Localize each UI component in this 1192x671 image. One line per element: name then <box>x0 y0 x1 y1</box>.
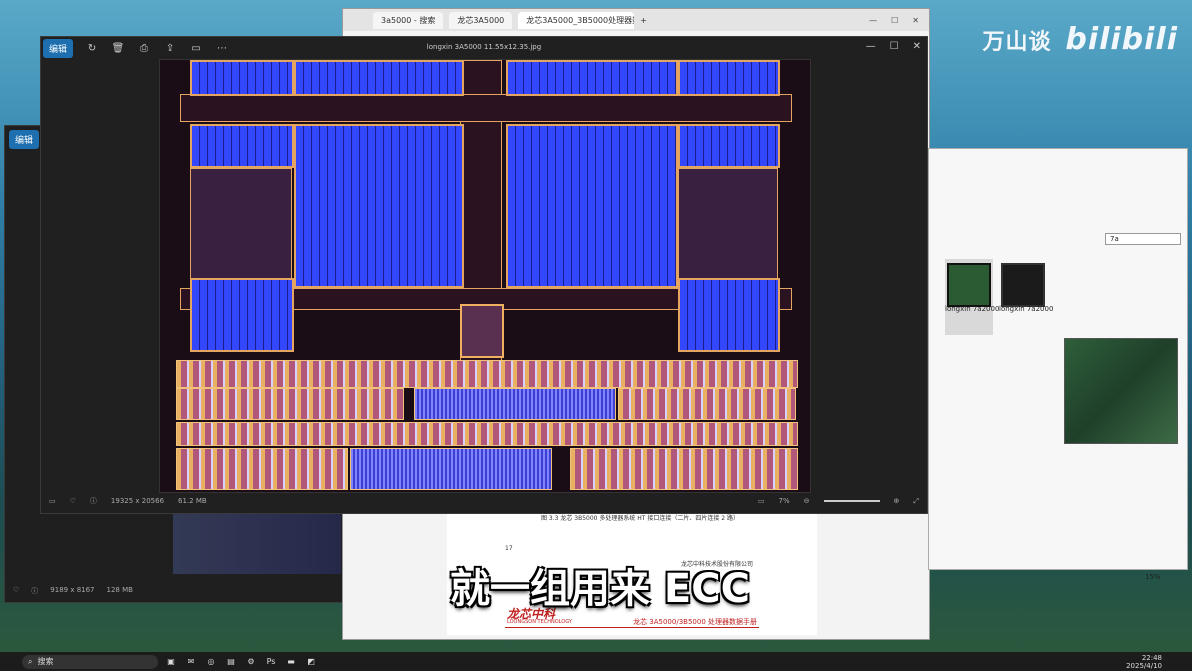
file-item-selected[interactable]: longxin 7a2000 <box>945 259 999 335</box>
tab-search[interactable]: 3a5000 - 搜索 <box>373 11 444 29</box>
new-tab-icon[interactable]: + <box>640 16 647 25</box>
taskbar: ⌕ 搜索 ▣ ✉ ◎ ▤ ⚙ Ps ▬ ◩ 22:48 2025/4/10 <box>0 652 1192 671</box>
cache-block <box>506 60 678 96</box>
core-block <box>190 124 294 168</box>
file-item[interactable]: longxin 7a2000 <box>999 259 1055 335</box>
image-dimensions: 19325 x 20566 <box>110 497 165 505</box>
cache-block <box>294 60 464 96</box>
image-file-size: 128 MB <box>106 586 133 594</box>
core-block <box>190 60 294 96</box>
minimize-icon[interactable]: — <box>866 41 876 52</box>
watermark: 万山谈 bilibili <box>982 22 1178 57</box>
page-number: 17 <box>505 545 513 552</box>
ddr-phy <box>350 448 552 490</box>
background-image-preview <box>173 514 341 574</box>
file-thumbnail <box>1001 263 1045 307</box>
photoshop-icon[interactable]: Ps <box>264 657 278 666</box>
watermark-bilibili: bilibili <box>1065 22 1178 57</box>
core-block <box>678 60 780 96</box>
zoom-out-icon[interactable]: ⊖ <box>804 497 810 505</box>
window-controls: — ☐ ✕ <box>866 41 921 52</box>
file-name: longxin 7a2000 <box>945 305 1000 313</box>
figure-caption: 图 3.3 龙芯 3B5000 多处理器系统 HT 接口连接（二片、四片连接 2… <box>541 515 739 522</box>
search-input[interactable]: 7a <box>1105 233 1181 245</box>
task-view-icon[interactable]: ▣ <box>164 657 178 666</box>
window-controls: — ☐ ✕ <box>869 16 929 25</box>
heart-icon[interactable]: ♡ <box>13 586 19 596</box>
settings-icon[interactable]: ⚙ <box>244 657 258 666</box>
explorer-icon[interactable]: ▬ <box>284 657 298 666</box>
window-title: longxin 3A5000 11.55x12.35.jpg <box>426 43 542 51</box>
fullscreen-icon[interactable]: ⤢ <box>913 497 919 506</box>
core-block <box>190 278 294 352</box>
core-logic <box>678 168 778 280</box>
chip-die-image[interactable] <box>159 59 811 493</box>
zoom-slider[interactable] <box>823 500 880 502</box>
io-row <box>570 448 798 490</box>
io-row <box>618 388 796 420</box>
tab-loongson[interactable]: 龙芯3A5000 <box>449 11 513 29</box>
center-controller <box>460 304 504 358</box>
maximize-icon[interactable]: ☐ <box>890 41 899 52</box>
core-block <box>678 124 780 168</box>
info-icon[interactable]: ⓘ <box>31 586 38 596</box>
chip-preview-image <box>1064 338 1178 444</box>
io-row <box>176 388 404 420</box>
photos-icon[interactable]: ◩ <box>304 657 318 666</box>
zoom-in-icon[interactable]: ⊕ <box>894 497 900 505</box>
tab-bar: 3a5000 - 搜索 龙芯3A5000 龙芯3A5000_3B5000处理器数… <box>343 9 929 31</box>
io-row <box>176 448 348 490</box>
search-placeholder: 搜索 <box>37 657 54 666</box>
image-file-size: 61.2 MB <box>178 497 207 505</box>
zoom-level[interactable]: 7% <box>779 497 790 505</box>
top-bus <box>180 94 792 122</box>
outlook-icon[interactable]: ✉ <box>184 657 198 666</box>
image-dimensions: 9189 x 8167 <box>50 586 95 594</box>
watermark-channel: 万山谈 <box>982 30 1052 55</box>
search-icon: ⌕ <box>28 656 33 666</box>
clock-date: 2025/4/10 <box>1126 661 1162 670</box>
clock-time: 22:48 <box>1141 653 1162 662</box>
cache-block <box>294 124 464 288</box>
edit-button[interactable]: 编辑 <box>9 130 40 149</box>
fit-icon[interactable]: ▭ <box>758 497 765 505</box>
filmstrip-icon[interactable]: ▭ <box>49 497 56 505</box>
core-logic <box>190 168 292 280</box>
footer-rule <box>505 627 759 628</box>
photos-viewer-window[interactable]: 编辑 ↻ 🗑 ⎙ ⇪ ▭ ⋯ longxin 3A5000 11.55x12.3… <box>40 36 928 514</box>
core-block <box>678 278 780 352</box>
taskbar-search[interactable]: ⌕ 搜索 <box>22 654 158 669</box>
cache-block <box>506 124 678 288</box>
video-subtitle: 就一组用来 ECC <box>450 566 750 612</box>
system-clock[interactable]: 22:48 2025/4/10 <box>1126 654 1162 670</box>
close-icon[interactable]: ✕ <box>912 16 919 25</box>
minimize-icon[interactable]: — <box>869 16 877 25</box>
edge-icon[interactable]: ◎ <box>204 657 218 666</box>
store-icon[interactable]: ▤ <box>224 657 238 666</box>
file-name: longxin 7a2000 <box>999 305 1054 313</box>
zoom-level[interactable]: 15% <box>1145 573 1161 581</box>
io-row <box>176 360 798 388</box>
ddr-phy <box>414 388 616 420</box>
file-thumbnail <box>947 263 991 307</box>
viewer-status-bar: ▭ ♡ ⓘ 19325 x 20566 61.2 MB ▭ 7% ⊖ ⊕ ⤢ <box>41 489 927 513</box>
background-status: ♡ ⓘ 9189 x 8167 128 MB <box>13 586 133 596</box>
heart-icon[interactable]: ♡ <box>70 497 76 505</box>
info-icon[interactable]: ⓘ <box>90 496 97 506</box>
loongson-logo-en: LOONGSON TECHNOLOGY <box>507 619 572 625</box>
tab-datasheet[interactable]: 龙芯3A5000_3B5000处理器数据... <box>518 11 635 29</box>
close-icon[interactable]: ✕ <box>913 41 921 52</box>
doc-footer-title: 龙芯 3A5000/3B5000 处理器数据手册 <box>633 618 757 626</box>
io-row <box>176 422 798 446</box>
maximize-icon[interactable]: ☐ <box>891 16 898 25</box>
